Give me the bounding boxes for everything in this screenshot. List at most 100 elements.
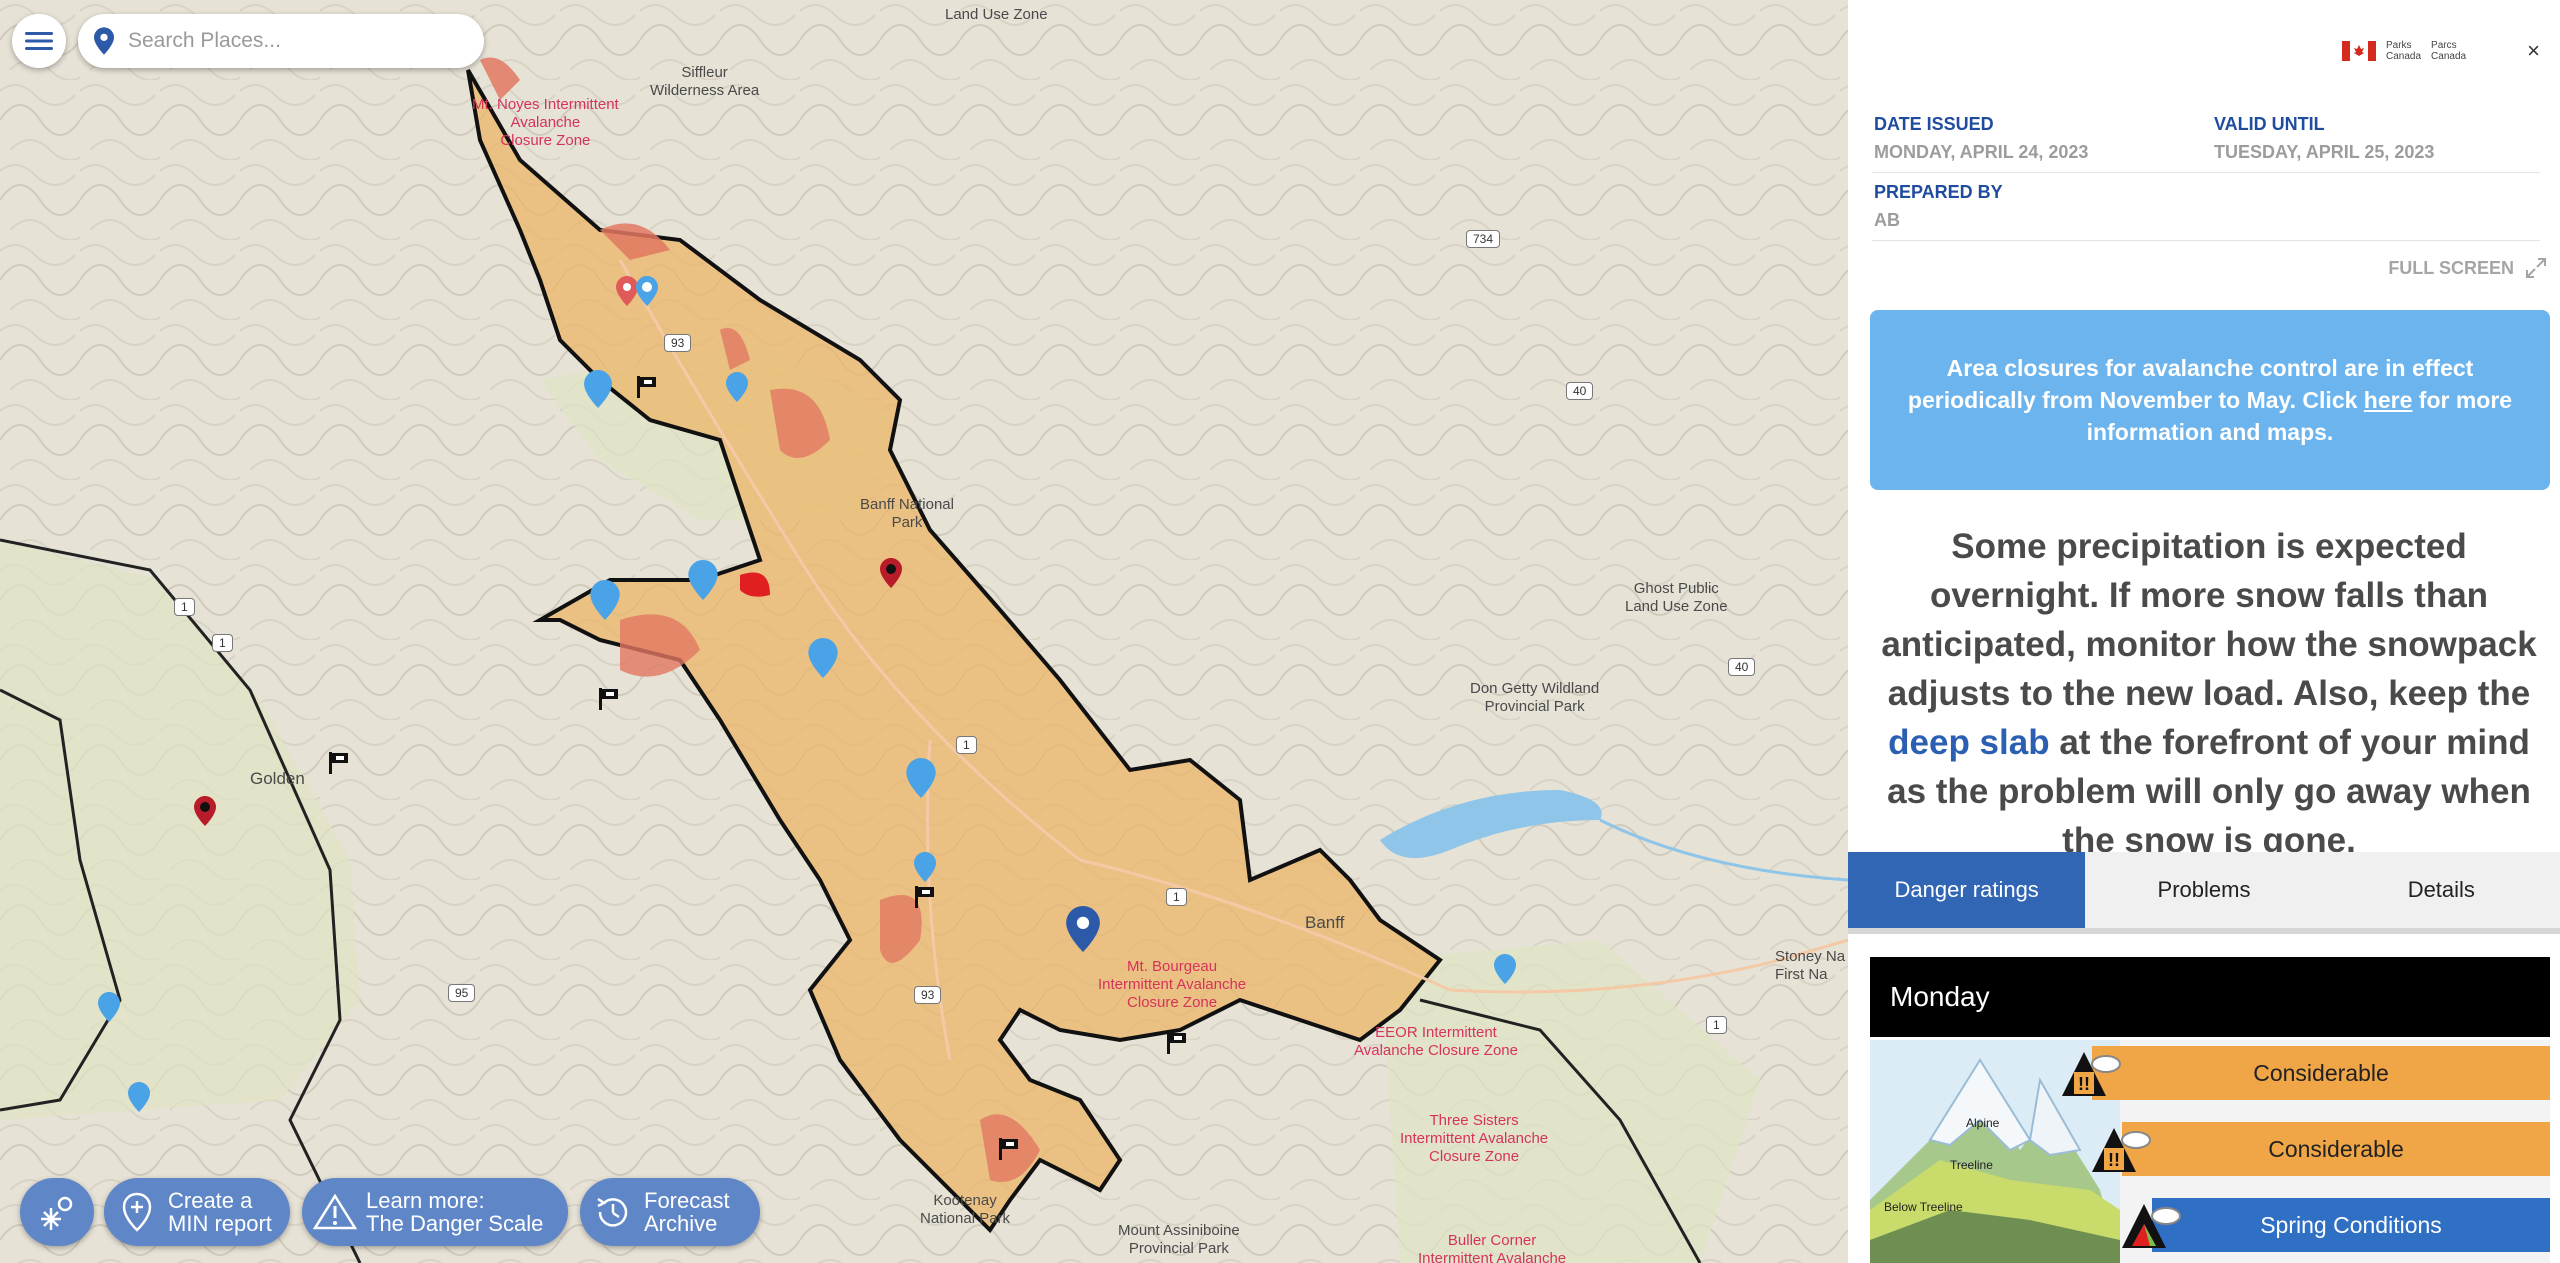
map-label-land-use: Land Use Zone	[945, 6, 1048, 23]
logo-text-en: Parks Canada	[2386, 40, 2422, 62]
map-pin-icon[interactable]	[98, 992, 120, 1022]
map-label-golden: Golden	[250, 769, 305, 788]
station-flag-icon[interactable]	[912, 884, 938, 910]
map-pin-icon[interactable]	[636, 276, 658, 306]
road-shield: 1	[174, 598, 195, 616]
rating-below-treeline: Spring Conditions	[2152, 1198, 2550, 1252]
considerable-danger-icon: !!	[2092, 1128, 2151, 1172]
close-button[interactable]: ×	[2527, 38, 2540, 64]
tab-details[interactable]: Details	[2323, 852, 2560, 928]
parks-canada-logo: Parks Canada Parcs Canada	[2342, 40, 2466, 62]
date-issued-value: MONDAY, APRIL 24, 2023	[1874, 142, 2089, 162]
create-min-label: Create a MIN report	[168, 1188, 272, 1236]
forecast-archive-button[interactable]: Forecast Archive	[580, 1178, 760, 1246]
road-shield: 1	[1706, 1016, 1727, 1034]
forecast-panel: Parks Canada Parcs Canada × DATE ISSUED …	[1848, 0, 2560, 1263]
map-pin-icon[interactable]	[914, 852, 936, 882]
closure-label-noyes: Mt. Noyes Intermittent Avalanche Closure…	[472, 96, 619, 149]
map-label-stoney: Stoney Na First Na	[1775, 948, 1846, 983]
valid-until-value: TUESDAY, APRIL 25, 2023	[2214, 142, 2435, 162]
station-flag-icon[interactable]	[634, 374, 660, 400]
map-pin-icon[interactable]	[906, 758, 936, 798]
map-pin-icon[interactable]	[808, 638, 838, 678]
station-flag-icon[interactable]	[996, 1136, 1022, 1162]
spring-conditions-icon	[2122, 1204, 2181, 1248]
location-pin-icon	[94, 27, 114, 55]
road-shield: 93	[914, 986, 942, 1004]
map-pin-icon[interactable]	[726, 372, 748, 402]
day-header: Monday	[1870, 957, 2550, 1037]
full-screen-button[interactable]: FULL SCREEN	[2388, 256, 2548, 280]
road-shield: 95	[448, 984, 476, 1002]
divider	[1872, 172, 2540, 173]
tab-danger-ratings[interactable]: Danger ratings	[1848, 852, 2086, 928]
hamburger-icon	[25, 32, 53, 50]
map-pin-icon[interactable]	[128, 1082, 150, 1112]
tab-bar: Danger ratings Problems Details	[1848, 852, 2560, 934]
weather-button[interactable]	[20, 1178, 94, 1246]
notice-link[interactable]: here	[2364, 387, 2413, 413]
road-shield: 734	[1466, 230, 1501, 248]
map-pin-icon[interactable]	[616, 276, 638, 306]
map-pin-icon[interactable]	[880, 558, 902, 588]
snowflake-sun-icon	[41, 1196, 73, 1230]
road-shield: 1	[956, 736, 977, 754]
map-pin-icon[interactable]	[1494, 954, 1516, 984]
map-label-kootenay: Kootenay National Park	[920, 1192, 1011, 1227]
road-shield: 1	[212, 634, 233, 652]
canada-flag-icon	[2342, 41, 2376, 61]
map-pin-icon[interactable]	[584, 370, 612, 408]
date-issued-label: DATE ISSUED	[1874, 114, 1994, 134]
map-view[interactable]: Siffleur Wilderness Area Land Use Zone B…	[0, 0, 1848, 1263]
highlight-text: Some precipitation is expected overnight…	[1881, 527, 2537, 713]
road-shield: 1	[1166, 888, 1187, 906]
map-label-ghost: Ghost Public Land Use Zone	[1625, 580, 1728, 615]
svg-text:!!: !!	[2078, 1074, 2090, 1094]
valid-until-label: VALID UNTIL	[2214, 114, 2325, 134]
closure-label-bourgeau: Mt. Bourgeau Intermittent Avalanche Clos…	[1098, 958, 1247, 1011]
road-shield: 40	[1566, 382, 1594, 400]
elevation-treeline: Treeline	[1950, 1158, 1993, 1172]
search-bar[interactable]	[78, 14, 484, 68]
elevation-below-treeline: Below Treeline	[1884, 1200, 1963, 1214]
map-label-banff: Banff	[1305, 913, 1345, 932]
prepared-by-label: PREPARED BY	[1874, 182, 2003, 202]
prepared-by-value: AB	[1874, 210, 1900, 230]
rating-treeline: Considerable	[2122, 1122, 2550, 1176]
elevation-alpine: Alpine	[1966, 1116, 2000, 1130]
history-icon	[597, 1197, 628, 1227]
map-pin-icon[interactable]	[194, 796, 216, 826]
menu-button[interactable]	[12, 14, 66, 68]
forecast-highlight: Some precipitation is expected overnight…	[1864, 522, 2554, 865]
learn-more-button[interactable]: Learn more: The Danger Scale	[302, 1178, 568, 1246]
closure-notice: Area closures for avalanche control are …	[1870, 310, 2550, 490]
create-min-button[interactable]: Create a MIN report	[104, 1178, 290, 1246]
closure-label-eeor: EEOR Intermittent Avalanche Closure Zone	[1354, 1024, 1518, 1059]
learn-more-label: Learn more: The Danger Scale	[366, 1188, 544, 1236]
station-flag-icon[interactable]	[326, 750, 352, 776]
map-label-siffleur: Siffleur Wilderness Area	[650, 64, 760, 99]
forecast-archive-label: Forecast Archive	[644, 1188, 730, 1236]
danger-scale-icon	[313, 1193, 357, 1230]
deep-slab-link[interactable]: deep slab	[1888, 723, 2049, 762]
map-label-banff-np: Banff National Park	[860, 496, 954, 531]
map-base	[0, 0, 1848, 1263]
map-pin-icon[interactable]	[1066, 906, 1100, 952]
road-shield: 93	[664, 334, 692, 352]
full-screen-label: FULL SCREEN	[2388, 257, 2514, 278]
rating-alpine: Considerable	[2092, 1046, 2550, 1100]
map-pin-icon[interactable]	[688, 560, 718, 600]
road-shield: 40	[1728, 658, 1756, 676]
station-flag-icon[interactable]	[596, 686, 622, 712]
map-pin-icon[interactable]	[590, 580, 620, 620]
tab-problems[interactable]: Problems	[2085, 852, 2322, 928]
min-pin-icon	[122, 1192, 152, 1232]
search-input[interactable]	[128, 29, 448, 53]
map-label-assiniboine: Mount Assiniboine Provincial Park	[1118, 1222, 1240, 1257]
svg-text:!!: !!	[2108, 1150, 2120, 1170]
closure-label-three-sisters: Three Sisters Intermittent Avalanche Clo…	[1400, 1112, 1549, 1165]
expand-icon	[2526, 258, 2546, 278]
station-flag-icon[interactable]	[1164, 1030, 1190, 1056]
map-label-don-getty: Don Getty Wildland Provincial Park	[1470, 680, 1600, 715]
closure-label-buller: Buller Corner Intermittent Avalanche	[1418, 1232, 1567, 1263]
